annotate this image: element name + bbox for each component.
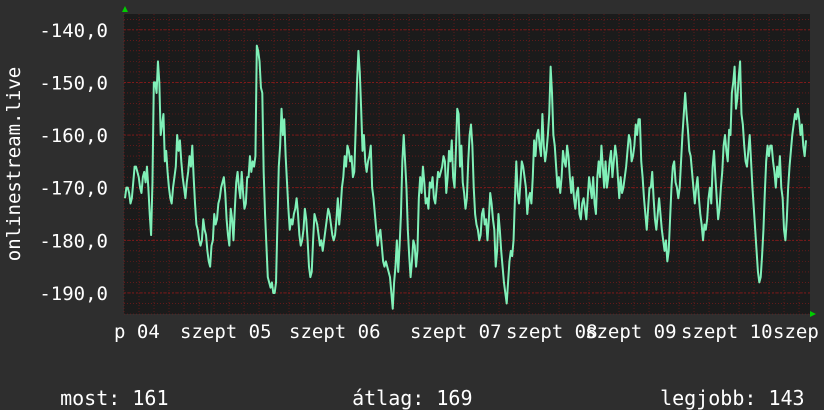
x-tick-label: szep (773, 321, 819, 343)
average-value: 169 (436, 386, 473, 410)
x-tick-label: szept 06 (289, 321, 381, 343)
x-tick-label: szept 10 (681, 321, 773, 343)
x-tick-label: szept 08 (506, 321, 598, 343)
x-tick-label: p 04 (114, 321, 160, 343)
chart: onlinestream.live -140,0 -150,0 -160,0 -170… (3, 6, 819, 343)
x-tick-label: szept 09 (585, 321, 677, 343)
x-tick-label: szept 05 (180, 321, 272, 343)
current-stat: most: 161 (36, 362, 168, 410)
current-label: most: (60, 386, 121, 410)
best-label: legjobb: (660, 386, 757, 410)
y-tick-label: -180,0 (39, 230, 108, 252)
y-tick-label: -150,0 (39, 72, 108, 94)
current-value: 161 (132, 386, 169, 410)
y-axis-arrow (122, 6, 128, 12)
x-axis-arrow (810, 311, 816, 317)
best-value: 143 (768, 386, 805, 410)
x-tick-label: szept 07 (410, 321, 502, 343)
average-label: átlag: (352, 386, 425, 410)
plot-area (124, 14, 810, 314)
y-tick-label: -190,0 (39, 283, 108, 305)
y-axis-label: onlinestream.live (3, 67, 25, 261)
y-tick-label: -140,0 (39, 20, 108, 42)
average-stat: átlag: 169 (328, 362, 473, 410)
y-tick-label: -170,0 (39, 178, 108, 200)
x-ticks: p 04 szept 05 szept 06 szept 07 szept 08szep… (114, 321, 819, 343)
best-stat: legjobb: 143 (636, 362, 805, 410)
y-tick-label: -160,0 (39, 125, 108, 147)
